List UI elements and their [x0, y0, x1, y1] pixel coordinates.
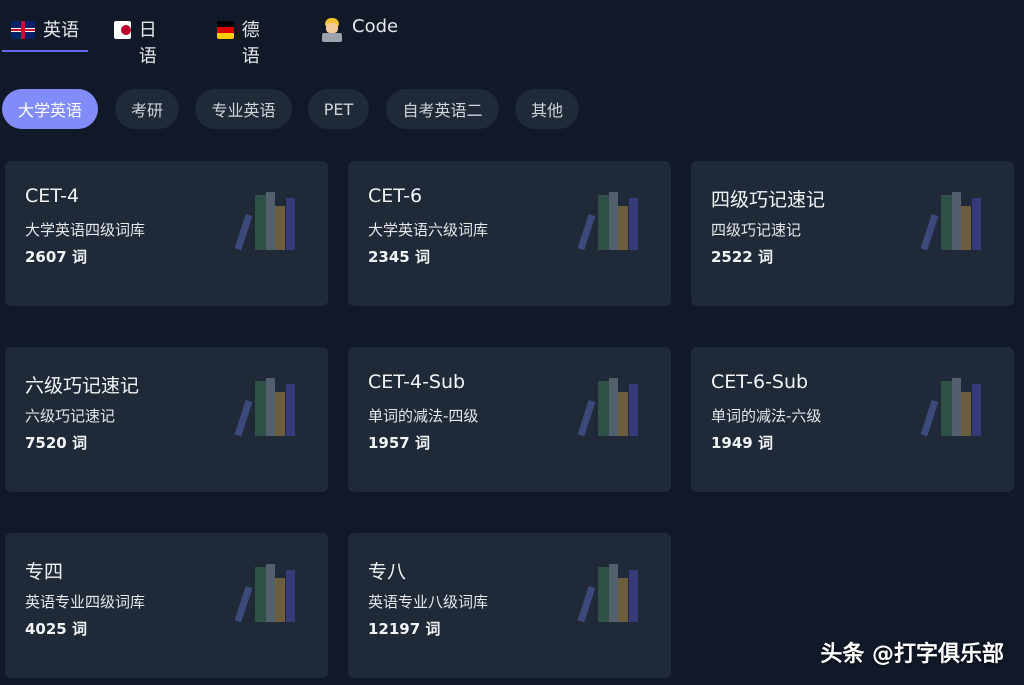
card-title: 专四 — [25, 561, 64, 583]
dict-card-cet6-sub[interactable]: CET-6-Sub 单词的减法-六级 1949 词 — [691, 347, 1014, 492]
dict-card-tem8[interactable]: 专八 英语专业八级词库 12197 词 — [348, 533, 671, 678]
card-word-count: 2345 词 — [368, 248, 430, 266]
tab-english[interactable]: 英语 — [2, 16, 88, 52]
card-subtitle: 大学英语六级词库 — [368, 221, 489, 239]
card-word-count: 2607 词 — [25, 248, 87, 266]
card-title: CET-6-Sub — [711, 371, 809, 393]
watermark: 头条 @打字俱乐部 — [820, 642, 1004, 667]
tab-label: Code — [352, 16, 399, 37]
chip-pet[interactable]: PET — [308, 89, 369, 129]
coder-icon — [320, 18, 344, 42]
germany-flag-icon — [217, 21, 234, 39]
card-title: 六级巧记速记 — [25, 375, 140, 397]
card-word-count: 7520 词 — [25, 434, 87, 452]
card-subtitle: 英语专业四级词库 — [25, 593, 146, 611]
card-subtitle: 四级巧记速记 — [711, 221, 802, 239]
card-word-count: 1949 词 — [711, 434, 773, 452]
tab-label: 日语 — [138, 20, 157, 67]
card-subtitle: 英语专业八级词库 — [368, 593, 489, 611]
card-subtitle: 六级巧记速记 — [25, 407, 116, 425]
dict-card-cet6[interactable]: CET-6 大学英语六级词库 2345 词 — [348, 161, 671, 306]
chip-self-study-english[interactable]: 自考英语二 — [386, 89, 499, 129]
card-subtitle: 单词的减法-四级 — [368, 407, 479, 425]
chip-college-english[interactable]: 大学英语 — [2, 89, 98, 129]
books-icon — [578, 564, 638, 623]
chip-professional-english[interactable]: 专业英语 — [195, 89, 292, 129]
tab-label: 德语 — [241, 20, 260, 67]
dict-card-tem4[interactable]: 专四 英语专业四级词库 4025 词 — [5, 533, 328, 678]
card-word-count: 4025 词 — [25, 620, 87, 638]
tab-label: 英语 — [43, 20, 79, 41]
dict-card-cet6-mnemonic[interactable]: 六级巧记速记 六级巧记速记 7520 词 — [5, 347, 328, 492]
card-subtitle: 大学英语四级词库 — [25, 221, 146, 239]
card-word-count: 12197 词 — [368, 620, 441, 638]
dict-card-cet4-mnemonic[interactable]: 四级巧记速记 四级巧记速记 2522 词 — [691, 161, 1014, 306]
books-icon — [578, 378, 638, 437]
tab-japanese[interactable]: 日语 — [114, 16, 164, 67]
card-title: CET-4 — [25, 185, 80, 207]
card-word-count: 2522 词 — [711, 248, 773, 266]
books-icon — [921, 378, 981, 437]
books-icon — [578, 192, 638, 251]
dict-card-cet4-sub[interactable]: CET-4-Sub 单词的减法-四级 1957 词 — [348, 347, 671, 492]
books-icon — [921, 192, 981, 251]
tab-german[interactable]: 德语 — [217, 16, 267, 67]
uk-flag-icon — [11, 21, 35, 39]
books-icon — [235, 378, 295, 437]
chip-postgraduate[interactable]: 考研 — [115, 89, 179, 129]
tab-code[interactable]: Code — [320, 16, 398, 52]
chip-other[interactable]: 其他 — [515, 89, 579, 129]
card-title: CET-6 — [368, 185, 423, 207]
dict-card-cet4[interactable]: CET-4 大学英语四级词库 2607 词 — [5, 161, 328, 306]
card-subtitle: 单词的减法-六级 — [711, 407, 822, 425]
card-title: 四级巧记速记 — [711, 189, 826, 211]
books-icon — [235, 564, 295, 623]
card-title: 专八 — [368, 561, 407, 583]
card-word-count: 1957 词 — [368, 434, 430, 452]
japan-flag-icon — [114, 21, 131, 39]
app-root: 英语 日语 德语 Code 大学英语 考研 专业英语 PET 自考英语二 其他 … — [0, 0, 1024, 685]
books-icon — [235, 192, 295, 251]
card-title: CET-4-Sub — [368, 371, 466, 393]
